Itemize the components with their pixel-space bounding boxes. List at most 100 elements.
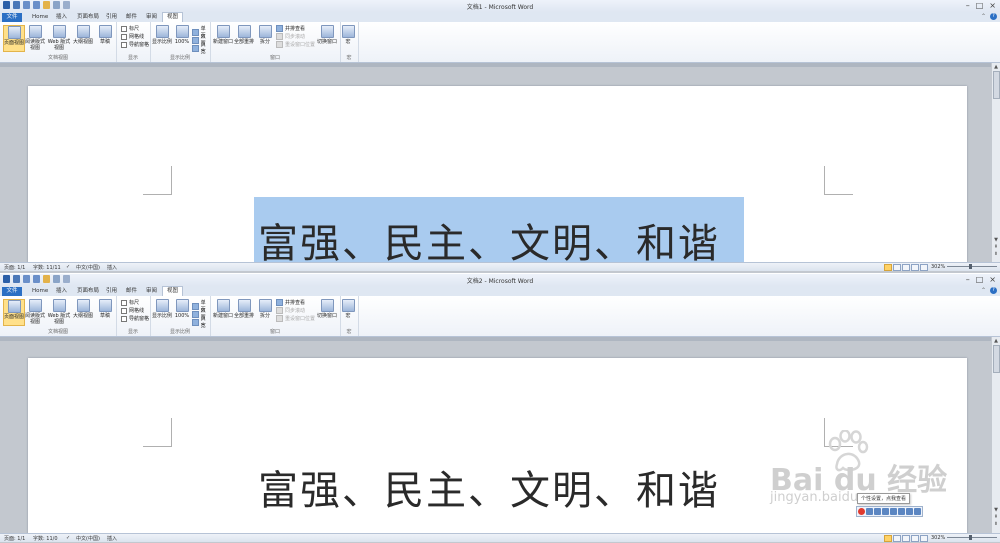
scroll-up-arrow[interactable]: ▲ [993,64,999,70]
full-screen-reading-icon[interactable] [893,535,901,542]
zoom-slider[interactable] [947,264,997,269]
draft-status-icon[interactable] [920,535,928,542]
minimize-icon[interactable]: – [966,275,970,284]
minimize-ribbon-icon[interactable]: ⌃ [981,13,986,20]
help-icon[interactable]: ? [990,13,997,20]
gridlines-checkbox[interactable]: 网格线 [121,33,144,40]
document-text[interactable]: 富强、民主、文明、和谐 [258,211,720,269]
web-layout-button[interactable]: Web 版式视图 [47,25,71,51]
status-language[interactable]: 中文(中国) [76,535,100,542]
zoom-level[interactable]: 302% [931,264,945,270]
scroll-down-arrow[interactable]: ▼ [993,507,999,513]
next-page-icon[interactable]: ⇟ [993,251,999,257]
full-screen-reading-icon[interactable] [893,264,901,271]
draft-button[interactable]: 草稿 [95,299,115,319]
outline-button[interactable]: 大纲视图 [73,299,93,319]
scroll-down-arrow[interactable]: ▼ [993,237,999,243]
tab-file[interactable]: 文件 [2,287,22,296]
zoom-100-button[interactable]: 100% [172,25,192,45]
zoom-100-button[interactable]: 100% [172,299,192,319]
new-window-button[interactable]: 新建窗口 [213,25,233,45]
close-icon[interactable]: × [989,275,996,284]
tab-page-layout[interactable]: 页面布局 [73,13,103,22]
print-layout-button[interactable]: 页面视图 [3,299,25,326]
status-insert-mode[interactable]: 插入 [107,535,117,542]
print-layout-button[interactable]: 页面视图 [3,25,25,52]
tab-references[interactable]: 引用 [102,13,121,22]
proofing-icon[interactable]: ✓ [66,264,70,270]
zoom-button[interactable]: 显示比例 [152,299,172,319]
view-side-by-side-button[interactable]: 并排查看 [276,25,305,32]
status-word-count[interactable]: 字数: 11/11 [33,264,61,271]
close-icon[interactable]: × [989,1,996,10]
reading-layout-button[interactable]: 阅读版式视图 [25,25,45,51]
vertical-scrollbar[interactable]: ▲ ▼ ⇞ ⇟ [991,63,1000,262]
previous-page-icon[interactable]: ⇞ [993,514,999,520]
help-icon[interactable]: ? [990,287,997,294]
split-button[interactable]: 拆分 [255,25,275,45]
outline-status-icon[interactable] [911,264,919,271]
reading-layout-button[interactable]: 阅读版式视图 [25,299,45,325]
arrange-all-button[interactable]: 全部重排 [234,299,254,319]
macros-button[interactable]: 宏 [340,25,356,45]
proofing-icon[interactable]: ✓ [66,535,70,541]
next-page-icon[interactable]: ⇟ [993,521,999,527]
outline-status-icon[interactable] [911,535,919,542]
tab-page-layout[interactable]: 页面布局 [73,287,103,296]
document-page[interactable]: 富强、民主、文明、和谐 [28,86,967,269]
web-layout-button[interactable]: Web 版式视图 [47,299,71,325]
ruler-checkbox[interactable]: 标尺 [121,25,139,32]
status-language[interactable]: 中文(中国) [76,264,100,271]
web-layout-status-icon[interactable] [902,535,910,542]
status-page[interactable]: 页面: 1/1 [4,264,25,271]
tab-home[interactable]: Home [28,13,52,22]
tab-mailings[interactable]: 邮件 [122,287,141,296]
maximize-icon[interactable]: □ [976,1,984,10]
view-side-by-side-button[interactable]: 并排查看 [276,299,305,306]
keyboard-icon[interactable] [890,508,897,515]
split-button[interactable]: 拆分 [255,299,275,319]
web-layout-status-icon[interactable] [902,264,910,271]
chinese-mode-icon[interactable] [866,508,873,515]
page-width-button[interactable]: 页宽 [192,315,210,329]
toolbox-icon[interactable] [906,508,913,515]
outline-button[interactable]: 大纲视图 [73,25,93,45]
zoom-slider[interactable] [947,535,997,540]
status-insert-mode[interactable]: 插入 [107,264,117,271]
macros-button[interactable]: 宏 [340,299,356,319]
skin-icon[interactable] [898,508,905,515]
punctuation-icon[interactable] [874,508,881,515]
tab-home[interactable]: Home [28,287,52,296]
minimize-ribbon-icon[interactable]: ⌃ [981,287,986,294]
scroll-thumb[interactable] [993,345,1000,373]
new-window-button[interactable]: 新建窗口 [213,299,233,319]
tab-references[interactable]: 引用 [102,287,121,296]
tab-insert[interactable]: 插入 [52,13,71,22]
ruler-checkbox[interactable]: 标尺 [121,299,139,306]
navigation-pane-checkbox[interactable]: 导航窗格 [121,315,149,322]
arrange-all-button[interactable]: 全部重排 [234,25,254,45]
tab-insert[interactable]: 插入 [52,287,71,296]
zoom-button[interactable]: 显示比例 [152,25,172,45]
tab-mailings[interactable]: 邮件 [122,13,141,22]
switch-windows-button[interactable]: 切换窗口 [316,299,338,319]
document-text[interactable]: 富强、民主、文明、和谐 [258,458,720,516]
ime-toolbar[interactable] [856,506,923,517]
maximize-icon[interactable]: □ [976,275,984,284]
navigation-pane-checkbox[interactable]: 导航窗格 [121,41,149,48]
page-width-button[interactable]: 页宽 [192,41,210,55]
fullwidth-icon[interactable] [882,508,889,515]
vertical-scrollbar[interactable]: ▲ ▼ ⇞ ⇟ [991,337,1000,533]
gridlines-checkbox[interactable]: 网格线 [121,307,144,314]
zoom-level[interactable]: 302% [931,535,945,541]
status-word-count[interactable]: 字数: 11/0 [33,535,58,542]
print-layout-status-icon[interactable] [884,535,892,542]
minimize-icon[interactable]: – [966,1,970,10]
ime-settings-icon[interactable] [914,508,921,515]
tab-review[interactable]: 审阅 [142,287,161,296]
print-layout-status-icon[interactable] [884,264,892,271]
scroll-thumb[interactable] [993,71,1000,99]
switch-windows-button[interactable]: 切换窗口 [316,25,338,45]
scroll-up-arrow[interactable]: ▲ [993,338,999,344]
tab-review[interactable]: 审阅 [142,13,161,22]
